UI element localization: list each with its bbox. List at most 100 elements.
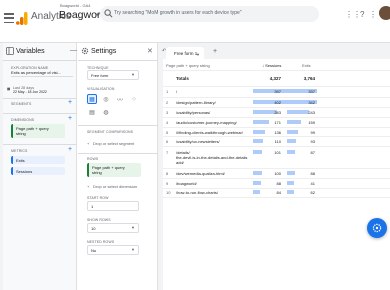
technique-value: Free form xyxy=(91,73,109,78)
help-icon[interactable]: ? xyxy=(360,10,364,19)
more-vert-icon[interactable]: ⋮ xyxy=(369,10,377,19)
close-icon[interactable]: ✕ xyxy=(147,47,153,55)
row-page-path[interactable]: /design/pattern-library/ xyxy=(176,100,216,105)
add-icon: + xyxy=(87,184,90,189)
show-rows-value: 10 xyxy=(91,226,96,231)
table-viz-icon[interactable]: ▦ xyxy=(87,94,97,104)
account-name[interactable]: Boagworld - GA4 xyxy=(60,3,90,8)
menu-icon[interactable] xyxy=(4,13,14,23)
exploration-name-field[interactable]: Exits as percentage of visi... xyxy=(11,70,61,75)
row-exits-value: 342 xyxy=(308,100,315,105)
visualisation-label: VISUALISATION xyxy=(87,87,115,91)
row-exits-value: 243 xyxy=(308,110,315,115)
geo-viz-icon[interactable]: ◍ xyxy=(101,107,111,117)
row-number: 5 xyxy=(166,130,169,135)
row-exits-value: 88 xyxy=(310,171,315,176)
exits-bar xyxy=(287,171,295,175)
nested-rows-value: No xyxy=(91,248,97,253)
row-page-path[interactable]: /how-to-run-flow-charts/ xyxy=(176,190,218,195)
divider xyxy=(78,153,158,154)
divider xyxy=(78,60,158,61)
row-exits-value: 337 xyxy=(308,89,315,94)
row-divider xyxy=(163,197,390,198)
row-divider xyxy=(163,107,390,108)
add-metric-button[interactable]: + xyxy=(68,146,72,153)
start-row-field[interactable]: 1 xyxy=(87,201,139,211)
line-viz-icon[interactable]: 〰 xyxy=(115,94,125,104)
bar-viz-icon[interactable]: ▤ xyxy=(87,107,97,117)
collapse-icon[interactable]: — xyxy=(70,47,77,54)
totals-label: Totals xyxy=(176,76,189,81)
nested-rows-select[interactable]: No ▼ xyxy=(87,245,139,255)
row-number: 3 xyxy=(166,110,169,115)
row-page-path[interactable]: / xyxy=(176,89,177,94)
row-divider xyxy=(163,168,390,169)
row-number: 4 xyxy=(166,120,169,125)
row-page-path[interactable]: /audio/customer-journey-mapping/ xyxy=(176,120,237,125)
row-sessions-value: 101 xyxy=(274,150,281,155)
add-dimension-button[interactable]: + xyxy=(68,115,72,122)
add-segment-button[interactable]: + xyxy=(68,99,72,106)
variables-panel: Variables — EXPLORATION NAME Exits as pe… xyxy=(3,43,77,290)
row-drop-zone[interactable]: Drop or select dimension xyxy=(93,184,137,189)
row-dimension-chip[interactable]: Page path + query string xyxy=(87,163,141,177)
row-page-path[interactable]: /usability/personas/ xyxy=(176,110,210,115)
settings-icon xyxy=(81,47,89,55)
scatter-viz-icon[interactable]: ⁘ xyxy=(129,94,139,104)
show-rows-select[interactable]: 10 ▼ xyxy=(87,223,139,233)
row-page-path[interactable]: /dev/wemedia-qualiza-html/ xyxy=(176,171,225,176)
row-sessions-value: 110 xyxy=(274,139,281,144)
start-row-value: 1 xyxy=(91,204,94,209)
dimension-chip[interactable]: Page path + query string xyxy=(11,124,65,138)
technique-select[interactable]: Free form ▼ xyxy=(87,70,139,80)
date-range-value[interactable]: 22 May - 18 Jun 2022 xyxy=(13,90,47,94)
metric-chip-sessions[interactable]: Sessions xyxy=(11,167,65,175)
row-number: 7 xyxy=(166,150,169,155)
row-divider xyxy=(163,117,390,118)
row-page-path-line-2[interactable]: the-devil-is-in-the-details-and-the-deta… xyxy=(176,155,247,160)
row-sessions-value: 397 xyxy=(274,89,281,94)
row-page-path-line-3[interactable]: add/ xyxy=(176,160,184,165)
field-underline xyxy=(11,76,73,77)
row-sessions-value: 100 xyxy=(274,171,281,176)
total-exits: 3,764 xyxy=(303,76,315,81)
row-exits-value: 99 xyxy=(310,130,315,135)
row-page-path[interactable]: /i/finding-clients-walkthrough-webinar/ xyxy=(176,130,243,135)
row-sessions-value: 88 xyxy=(276,181,281,186)
column-header-page-path[interactable]: Page path + query string xyxy=(166,63,210,68)
avatar[interactable] xyxy=(379,6,390,20)
sessions-bar xyxy=(253,150,262,154)
chevron-down-icon: ▼ xyxy=(131,225,135,230)
divider xyxy=(3,60,77,61)
column-header-sessions[interactable]: ↓ Sessions xyxy=(262,63,281,68)
row-exits-value: 93 xyxy=(310,139,315,144)
donut-viz-icon[interactable]: ◎ xyxy=(101,94,111,104)
segments-label: SEGMENTS xyxy=(11,102,32,106)
insights-button[interactable] xyxy=(367,218,387,238)
metric-chip-exits[interactable]: Exits xyxy=(11,156,65,164)
row-page-path[interactable]: /usability/ux-newsletters/ xyxy=(176,139,220,144)
dimension-chip-label-2: string xyxy=(16,131,26,136)
exits-bar xyxy=(287,190,294,194)
sessions-bar xyxy=(253,171,262,175)
row-number: 1 xyxy=(166,89,169,94)
chevron-down-icon[interactable]: ▼ xyxy=(196,52,200,57)
settings-title: Settings xyxy=(91,48,117,55)
row-divider xyxy=(163,136,390,137)
chevron-down-icon: ▼ xyxy=(131,247,135,252)
column-header-exits[interactable]: Exits xyxy=(302,63,311,68)
row-exits-value: 41 xyxy=(310,181,315,186)
add-tab-button[interactable]: + xyxy=(213,48,217,55)
insights-icon xyxy=(372,223,382,233)
row-sessions-value: 283 xyxy=(274,110,281,115)
row-number: 9 xyxy=(166,181,169,186)
row-divider xyxy=(163,127,390,128)
row-number: 6 xyxy=(166,139,169,144)
apps-grid-icon[interactable]: ⋮⋮ xyxy=(345,10,361,19)
add-icon: + xyxy=(87,141,90,146)
row-page-path[interactable]: /boagworld/ xyxy=(176,181,197,186)
row-exits-value: 62 xyxy=(310,190,315,195)
row-number: 2 xyxy=(166,100,169,105)
segment-drop-zone[interactable]: Drop or select segment xyxy=(93,141,134,146)
row-exits-value: 159 xyxy=(308,120,315,125)
